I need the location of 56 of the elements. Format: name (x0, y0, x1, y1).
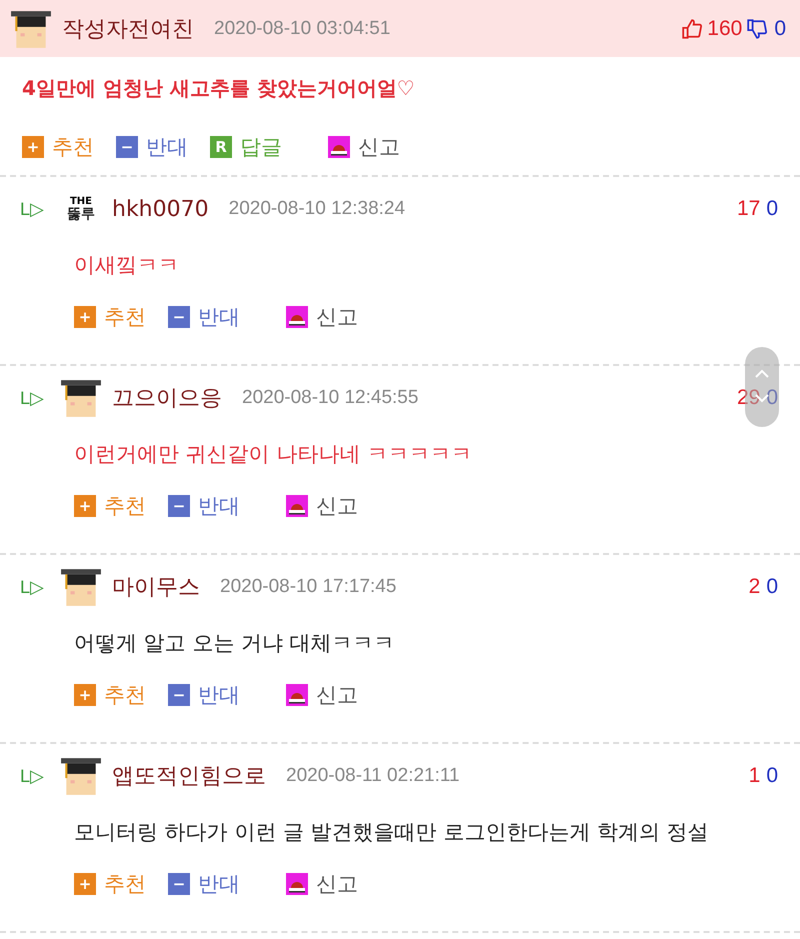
recommend-button[interactable]: + 추천 (22, 133, 94, 161)
post-text: 4일만에 엄청난 새고추를 찾았는거어어얼♡ (21, 75, 416, 102)
comment-text: 이런거에만 귀신같이 나타나네 ㅋㅋㅋㅋㅋ (73, 441, 474, 468)
report-button[interactable]: 신고 (286, 492, 358, 520)
author-name: 끄으이으응 (112, 385, 222, 413)
comment-text: 이새낔ㅋㅋ (73, 252, 180, 279)
comment-date: 2020-08-10 12:45:55 (242, 387, 418, 409)
dislike-count: 0 (766, 764, 778, 788)
oppose-button[interactable]: − 반대 (168, 492, 240, 520)
like-count: 29 (736, 386, 760, 410)
thumbs-down-icon[interactable] (746, 18, 768, 40)
reply-arrow-icon: L▷ (20, 198, 60, 220)
like-count: 1 (748, 764, 760, 788)
reply-arrow-icon: L▷ (20, 387, 60, 409)
like-count: 2 (748, 575, 760, 599)
reply-button[interactable]: R 답글 (210, 133, 282, 161)
comment-date: 2020-08-10 12:38:24 (228, 198, 406, 220)
oppose-button[interactable]: − 반대 (116, 133, 188, 161)
comment-date: 2020-08-10 17:17:45 (220, 576, 396, 598)
siren-icon (286, 495, 308, 517)
like-count: 160 (707, 16, 742, 40)
like-count: 17 (736, 197, 760, 221)
avatar-icon (60, 566, 102, 608)
reply-arrow-icon: L▷ (20, 765, 60, 787)
report-button[interactable]: 신고 (328, 133, 400, 161)
logo-icon: THE 뚫루 (60, 197, 102, 221)
recommend-button[interactable]: + 추천 (74, 492, 146, 520)
report-button[interactable]: 신고 (286, 303, 358, 331)
siren-icon (328, 136, 350, 158)
avatar-icon (60, 755, 102, 797)
dislike-count: 0 (766, 197, 778, 221)
oppose-button[interactable]: − 반대 (168, 303, 240, 331)
author-name: hkh0070 (112, 196, 209, 222)
recommend-button[interactable]: + 추천 (74, 870, 146, 898)
thumbs-up-icon[interactable] (681, 18, 704, 40)
comment-text: 모니터링 하다가 이런 글 발견했을때만 로그인한다는게 학계의 정설 (73, 819, 710, 846)
dislike-count: 0 (766, 386, 778, 410)
comment-date: 2020-08-11 02:21:11 (286, 765, 460, 787)
report-button[interactable]: 신고 (286, 681, 358, 709)
recommend-button[interactable]: + 추천 (74, 681, 146, 709)
siren-icon (286, 684, 308, 706)
report-button[interactable]: 신고 (286, 870, 358, 898)
recommend-button[interactable]: + 추천 (74, 303, 146, 331)
author-name: 작성자전여친 (62, 16, 194, 44)
author-name: 앱또적인힘으로 (112, 763, 266, 791)
comment-text: 어떻게 알고 오는 거냐 대체ㅋㅋㅋ (73, 630, 396, 657)
oppose-button[interactable]: − 반대 (168, 870, 240, 898)
reply-arrow-icon: L▷ (20, 576, 60, 598)
post-date: 2020-08-10 03:04:51 (214, 18, 390, 40)
siren-icon (286, 873, 308, 895)
oppose-button[interactable]: − 반대 (168, 681, 240, 709)
avatar-icon (60, 377, 102, 419)
siren-icon (286, 306, 308, 328)
author-name: 마이무스 (112, 574, 200, 602)
dislike-count: 0 (766, 575, 778, 599)
dislike-count: 0 (774, 16, 786, 40)
